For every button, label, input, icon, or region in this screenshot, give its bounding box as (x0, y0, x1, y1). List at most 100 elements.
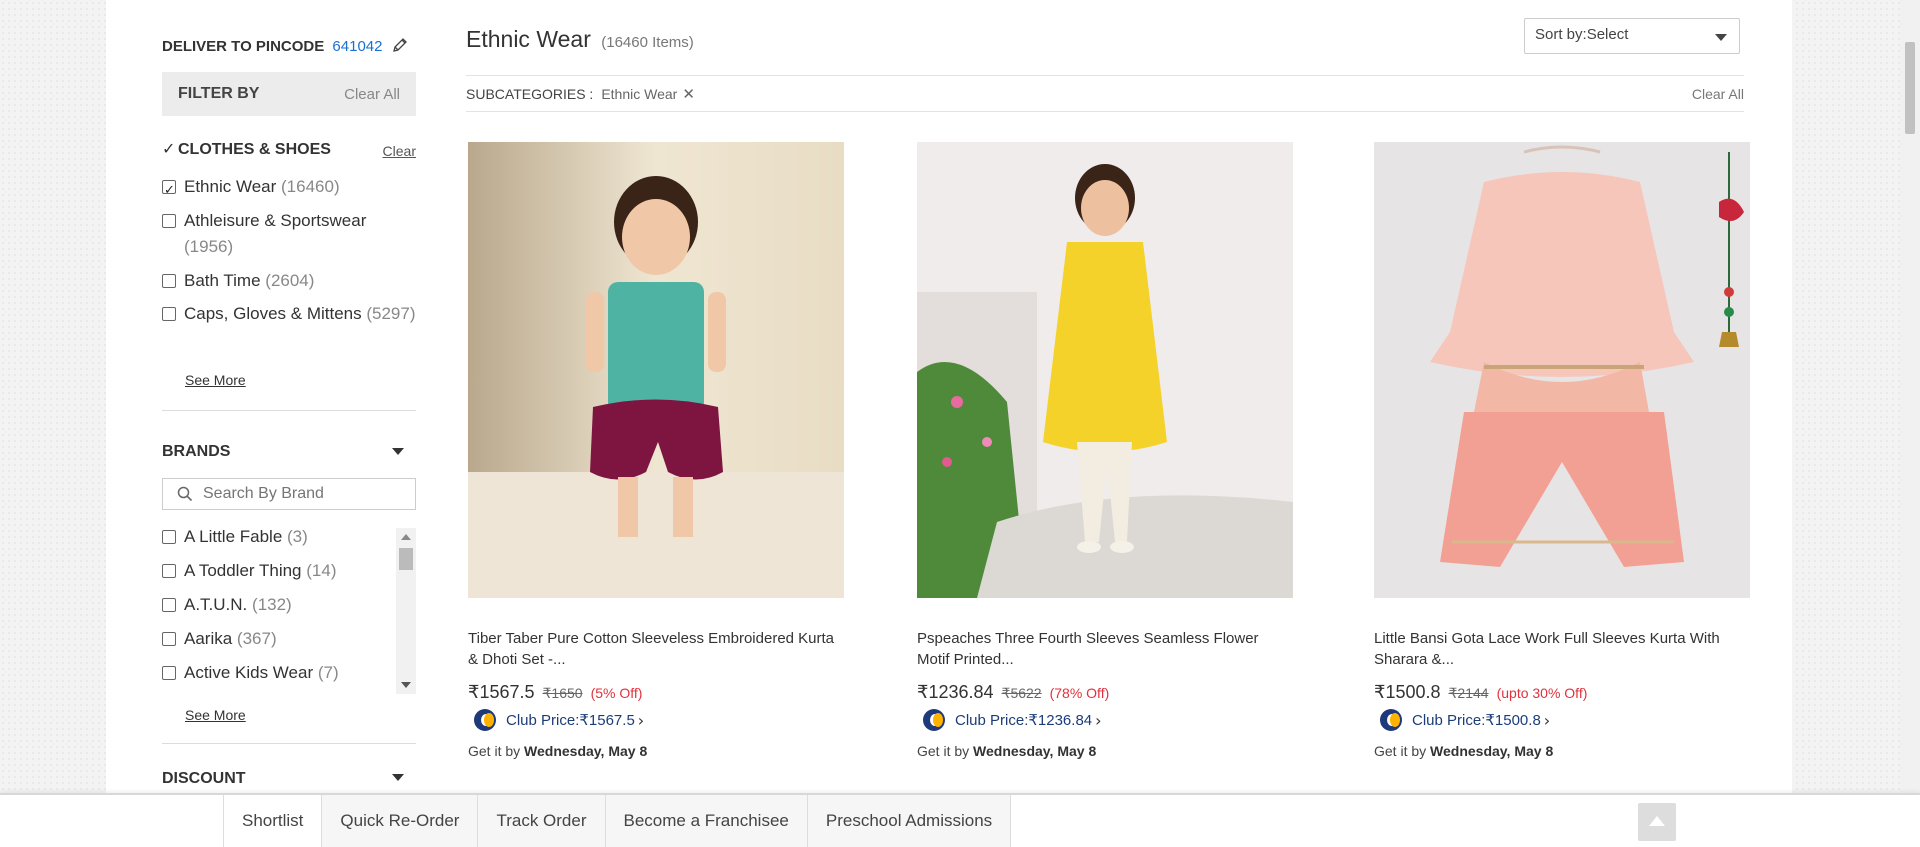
product-card[interactable]: Tiber Taber Pure Cotton Sleeveless Embro… (468, 142, 844, 759)
discount-section-title[interactable]: DISCOUNT (162, 770, 246, 788)
edit-pencil-icon[interactable] (391, 36, 409, 54)
option-count: (3) (287, 527, 308, 546)
checkbox[interactable] (162, 564, 176, 578)
price-row: ₹1236.84 ₹5622 (78% Off) (917, 682, 1293, 703)
product-title[interactable]: Little Bansi Gota Lace Work Full Sleeves… (1374, 628, 1750, 670)
brands-chevron-down-icon[interactable] (392, 448, 404, 455)
option-count: (7) (317, 663, 339, 682)
brand-search-input[interactable] (203, 485, 403, 503)
brand-option[interactable]: A Toddler Thing (14) (162, 558, 416, 584)
brand-option[interactable]: A Little Fable (3) (162, 524, 416, 550)
club-price-row[interactable]: Club Price: ₹1567.5 › (468, 709, 844, 731)
sort-dropdown[interactable]: Sort by:Select (1524, 18, 1740, 54)
checkbox[interactable] (162, 598, 176, 612)
back-to-top-arrow-icon[interactable] (1638, 803, 1676, 841)
deliver-prefix: Get it by (1374, 743, 1427, 759)
option-label: A Toddler Thing (184, 561, 302, 580)
clear-all-link[interactable]: Clear All (1692, 86, 1744, 102)
discount-badge: (upto 30% Off) (1496, 685, 1588, 701)
filter-option-athleisure[interactable]: Athleisure & Sportswear (1956) (162, 208, 416, 260)
product-image[interactable] (917, 142, 1293, 598)
tab-preschool-admissions[interactable]: Preschool Admissions (806, 795, 1012, 847)
product-image[interactable] (1374, 142, 1750, 598)
tab-quick-reorder[interactable]: Quick Re-Order (321, 795, 478, 847)
product-card[interactable]: Pspeaches Three Fourth Sleeves Seamless … (917, 142, 1293, 759)
deliver-date: Wednesday, May 8 (973, 743, 1097, 759)
discount-chevron-down-icon[interactable] (392, 774, 404, 781)
delivery-info: Get it by Wednesday, May 8 (1374, 743, 1750, 759)
option-count: (132) (252, 595, 292, 614)
club-price-row[interactable]: Club Price: ₹1236.84 › (917, 709, 1293, 731)
deliver-prefix: Get it by (917, 743, 970, 759)
club-price: ₹1567.5 (579, 712, 635, 729)
product-card[interactable]: Little Bansi Gota Lace Work Full Sleeves… (1374, 142, 1750, 759)
check-icon: ✓ (162, 141, 176, 158)
checkbox[interactable] (162, 274, 176, 288)
option-label: Aarika (184, 629, 233, 648)
checkbox[interactable] (162, 214, 176, 228)
brand-option[interactable]: Active Kids Wear (7) (162, 660, 416, 686)
chevron-right-icon: › (637, 710, 645, 730)
clothes-section-title[interactable]: ✓ CLOTHES & SHOES (162, 139, 331, 159)
scroll-down-icon[interactable] (401, 682, 411, 688)
product-title[interactable]: Pspeaches Three Fourth Sleeves Seamless … (917, 628, 1293, 670)
clear-all-filters-link[interactable]: Clear All (344, 86, 400, 103)
sort-value: Select (1586, 26, 1629, 43)
checkbox[interactable] (162, 632, 176, 646)
pincode-label: DELIVER TO PINCODE (162, 38, 325, 55)
checkbox-checked[interactable] (162, 178, 176, 204)
option-count: (1956) (184, 237, 234, 256)
scrollbar-thumb[interactable] (399, 548, 413, 570)
filter-option-ethnic-wear[interactable]: Ethnic Wear (16460) (162, 174, 416, 204)
clothes-see-more-link[interactable]: See More (185, 372, 246, 388)
brands-see-more-link[interactable]: See More (185, 707, 246, 723)
filter-option-bath-time[interactable]: Bath Time (2604) (162, 268, 416, 294)
sort-label: Sort by: (1535, 26, 1587, 43)
item-count: (16460 Items) (601, 34, 694, 51)
product-image[interactable] (468, 142, 844, 598)
scroll-up-icon[interactable] (401, 534, 411, 540)
brand-option[interactable]: A.T.U.N. (132) (162, 592, 416, 618)
bottom-bar: Shortlist Quick Re-Order Track Order Bec… (0, 793, 1920, 847)
brands-section-title[interactable]: BRANDS (162, 443, 230, 461)
club-label: Club Price: (506, 711, 580, 729)
option-label: Active Kids Wear (184, 663, 314, 682)
brand-list-scrollbar[interactable] (396, 528, 416, 694)
brand-option[interactable]: Aarika (367) (162, 626, 416, 652)
club-price: ₹1500.8 (1485, 712, 1541, 729)
checkbox[interactable] (162, 307, 176, 321)
clothes-section-label: CLOTHES & SHOES (178, 141, 331, 158)
option-label: Ethnic Wear (184, 177, 277, 196)
tab-become-franchisee[interactable]: Become a Franchisee (604, 795, 807, 847)
page-title: Ethnic Wear (16460 Items) (466, 26, 694, 53)
delivery-info: Get it by Wednesday, May 8 (468, 743, 844, 759)
pincode-value[interactable]: 641042 (332, 38, 382, 55)
page: DELIVER TO PINCODE 641042 FILTER BY Clea… (106, 0, 1792, 847)
club-label: Club Price: (955, 711, 1029, 729)
option-label: Caps, Gloves & Mittens (184, 304, 362, 323)
chevron-right-icon: › (1095, 710, 1102, 730)
product-price: ₹1567.5 (468, 682, 535, 702)
bottom-tabs: Shortlist Quick Re-Order Track Order Bec… (223, 795, 1012, 847)
brand-search-box[interactable] (162, 478, 416, 510)
product-price: ₹1500.8 (1374, 682, 1441, 702)
remove-filter-close-icon[interactable]: ✕ (682, 85, 695, 103)
club-price-row[interactable]: Club Price: ₹1500.8 › (1374, 709, 1750, 731)
page-scrollbar[interactable] (1900, 0, 1920, 793)
filter-option-caps-gloves[interactable]: Caps, Gloves & Mittens (5297) (162, 301, 416, 327)
pincode-row: DELIVER TO PINCODE 641042 (162, 36, 409, 55)
product-title[interactable]: Tiber Taber Pure Cotton Sleeveless Embro… (468, 628, 844, 670)
option-count: (2604) (265, 271, 315, 290)
discount-badge: (78% Off) (1049, 685, 1110, 701)
option-label: Bath Time (184, 271, 261, 290)
clothes-clear-link[interactable]: Clear (383, 143, 416, 159)
price-row: ₹1567.5 ₹1650 (5% Off) (468, 682, 844, 703)
scrollbar-thumb[interactable] (1905, 42, 1915, 134)
tab-shortlist[interactable]: Shortlist (223, 795, 322, 847)
product-mrp: ₹1650 (542, 685, 583, 701)
chevron-right-icon: › (1543, 710, 1551, 730)
deliver-date: Wednesday, May 8 (1430, 743, 1554, 759)
checkbox[interactable] (162, 530, 176, 544)
tab-track-order[interactable]: Track Order (477, 795, 605, 847)
checkbox[interactable] (162, 666, 176, 680)
